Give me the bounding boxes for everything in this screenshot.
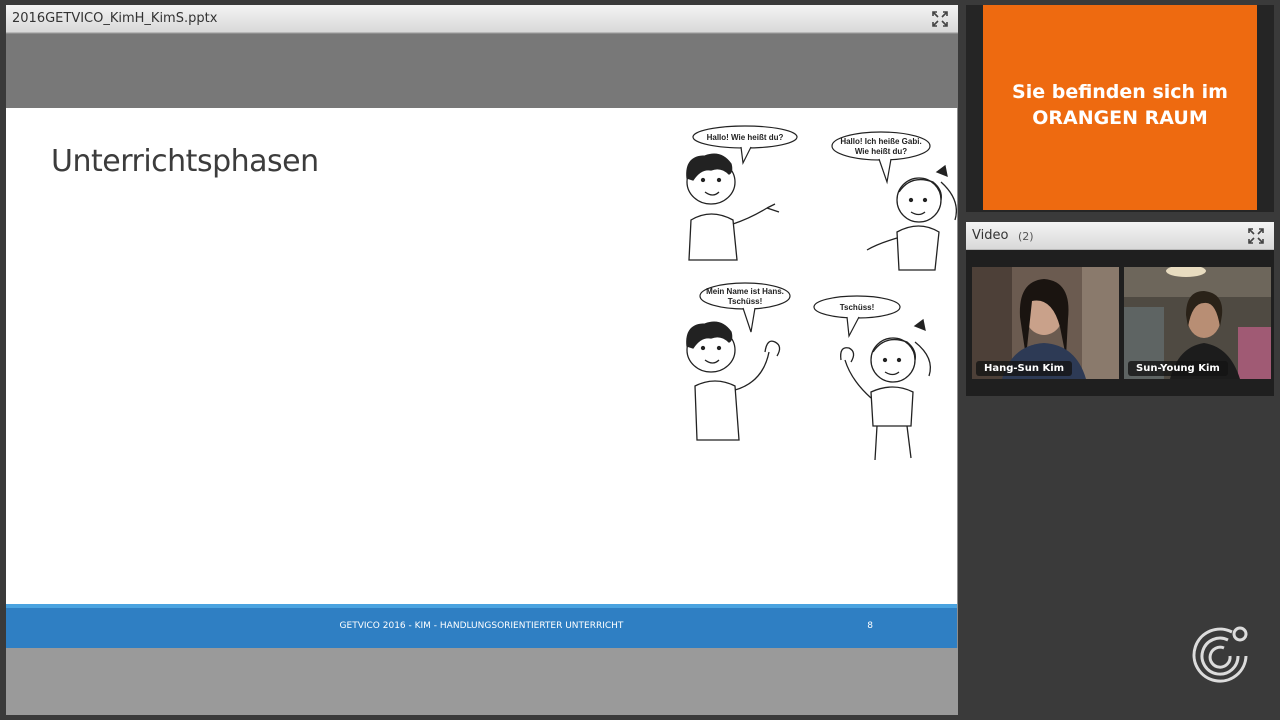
girl-figure-waving [840,318,932,461]
bubble-boy-2-line2: Tschüss! [728,297,763,306]
boy-figure-waving [686,321,781,441]
presentation-pod: 2016GETVICO_KimH_KimS.pptx Unterrichtsph… [6,5,958,715]
expand-icon[interactable] [1247,227,1265,245]
goethe-institut-logo [1192,626,1248,683]
presentation-letterbox-top [6,34,958,108]
slide: Unterrichtsphasen Hallo! Wie heißt du? H… [6,108,957,648]
comic-illustration: Hallo! Wie heißt du? Hallo! Ich heiße Ga… [686,125,957,461]
presentation-pod-header: 2016GETVICO_KimH_KimS.pptx [6,5,958,33]
video-participant-count: (2) [1018,230,1034,243]
slide-footer: GETVICO 2016 - KIM - HANDLUNGSORIENTIERT… [6,604,957,648]
bubble-girl-1-line1: Hallo! Ich heiße Gabi. [840,137,921,146]
girl-figure [866,164,957,271]
slide-title: Unterrichtsphasen [51,144,319,179]
expand-icon[interactable] [931,10,949,28]
participant-name: Hang-Sun Kim [976,361,1073,376]
video-pod: Video (2) Hang-Sun Kim Sun-Young Kim [966,222,1274,396]
participant-name: Sun-Young Kim [1128,361,1228,376]
room-notice-line1: Sie befinden sich im [1012,81,1228,103]
slide-page-number: 8 [867,621,873,631]
presentation-filename: 2016GETVICO_KimH_KimS.pptx [12,11,218,26]
slide-footer-text: GETVICO 2016 - KIM - HANDLUNGSORIENTIERT… [339,621,624,631]
video-pod-title: Video [972,228,1009,243]
room-notice-box: Sie befinden sich im ORANGEN RAUM [983,5,1257,210]
webcam-tile[interactable]: Sun-Young Kim [1124,267,1271,379]
room-notice-pod: Sie befinden sich im ORANGEN RAUM [966,5,1274,212]
video-pod-header: Video (2) [966,222,1274,250]
bubble-boy-2-line1: Mein Name ist Hans. [706,287,784,296]
webcam-tile[interactable]: Hang-Sun Kim [972,267,1119,379]
boy-figure [686,153,780,261]
room-notice-line2: ORANGEN RAUM [1032,107,1208,129]
bubble-girl-1-line2: Wie heißt du? [855,147,907,156]
presentation-letterbox-bottom [6,648,958,715]
bubble-boy-1: Hallo! Wie heißt du? [707,133,784,142]
bubble-girl-2: Tschüss! [840,303,875,312]
